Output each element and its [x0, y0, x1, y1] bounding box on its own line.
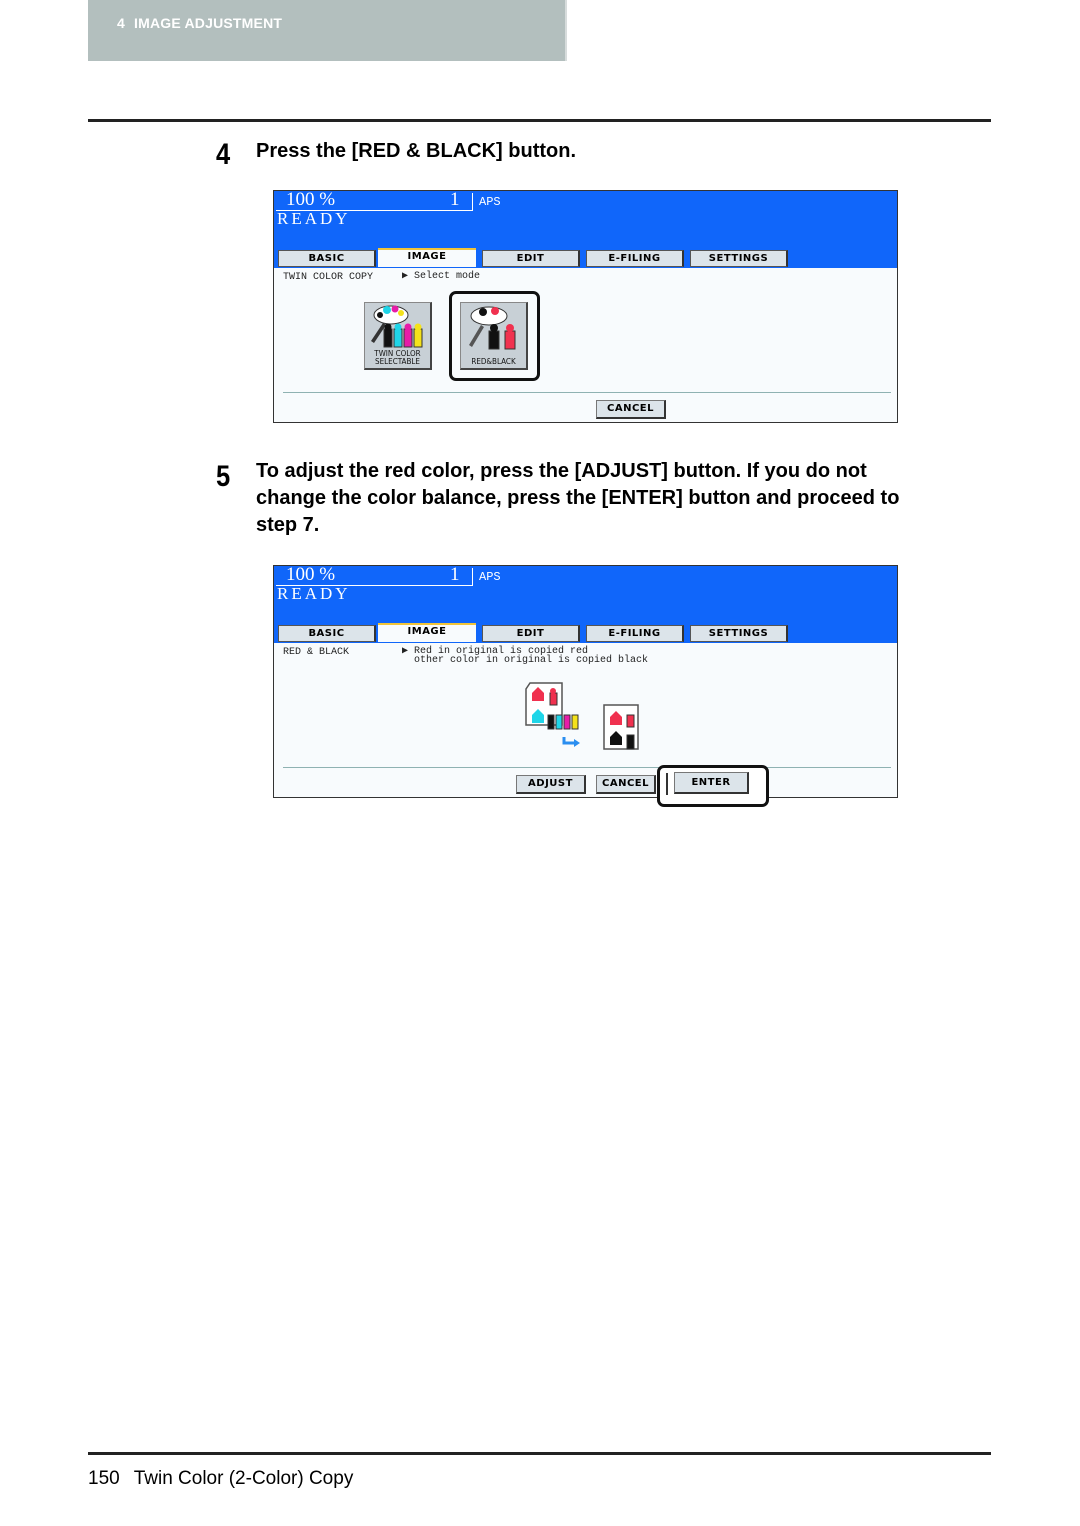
screen-message: ▶ Red in original is copied red other co… — [402, 646, 649, 666]
instruction-line-1: To adjust the red color, press the [ADJU… — [256, 460, 867, 482]
tab-basic[interactable]: BASIC — [278, 250, 376, 267]
tab-e-filing[interactable]: E-FILING — [586, 625, 684, 642]
machine-status: READY — [277, 209, 351, 228]
mode-label: RED & BLACK — [283, 647, 350, 658]
cancel-button[interactable]: CANCEL — [596, 400, 666, 419]
red-black-conversion-icon — [525, 682, 639, 750]
paint-palette-multicolor-icon — [371, 305, 423, 348]
tab-settings[interactable]: SETTINGS — [690, 625, 788, 642]
copy-count: 1 — [450, 564, 460, 585]
step-5-number: 5 — [216, 460, 231, 493]
cancel-button[interactable]: CANCEL — [596, 775, 656, 794]
screen-message: ▶ Select mode — [402, 271, 481, 282]
tab-edit[interactable]: EDIT — [482, 625, 580, 642]
screen-separator — [283, 767, 891, 768]
top-rule — [88, 119, 991, 122]
screen-separator — [283, 392, 891, 393]
tab-edit[interactable]: EDIT — [482, 250, 580, 267]
tab-image[interactable]: IMAGE — [378, 623, 476, 642]
paper-mode: APS — [479, 195, 501, 209]
step-5-instruction: To adjust the red color, press the [ADJU… — [256, 458, 899, 539]
chapter-number: 4 — [117, 15, 125, 31]
tab-image[interactable]: IMAGE — [378, 248, 476, 267]
screen-status-bar: 100 % 1 APS READY BASIC IMAGE EDIT E-FIL… — [274, 564, 897, 643]
tab-e-filing[interactable]: E-FILING — [586, 250, 684, 267]
separator-line — [666, 773, 668, 795]
bottom-rule — [88, 1452, 991, 1455]
paper-mode: APS — [479, 570, 501, 584]
highlight-callout — [449, 291, 540, 381]
chapter-title: IMAGE ADJUSTMENT — [134, 15, 283, 31]
step-4-number: 4 — [216, 138, 231, 171]
page-footer: 150 Twin Color (2-Color) Copy — [88, 1468, 353, 1490]
instruction-line-2: change the color balance, press the [ENT… — [256, 487, 900, 509]
tab-settings[interactable]: SETTINGS — [690, 250, 788, 267]
enter-button[interactable]: ENTER — [674, 772, 749, 794]
copy-count: 1 — [450, 189, 460, 210]
tab-basic[interactable]: BASIC — [278, 625, 376, 642]
copier-screen-step-5: 100 % 1 APS READY BASIC IMAGE EDIT E-FIL… — [273, 564, 898, 807]
section-title: Twin Color (2-Color) Copy — [133, 1468, 354, 1489]
step-4-instruction: Press the [RED & BLACK] button. — [256, 140, 576, 162]
screen-status-bar: 100 % 1 APS READY BASIC IMAGE EDIT E-FIL… — [274, 189, 897, 268]
instruction-line-3: step 7. — [256, 514, 320, 536]
machine-status: READY — [277, 584, 351, 603]
zoom-ratio: 100 % — [286, 564, 336, 585]
chapter-header: 4 IMAGE ADJUSTMENT — [117, 15, 282, 31]
page-number: 150 — [88, 1468, 120, 1489]
zoom-ratio: 100 % — [286, 189, 336, 210]
adjust-button[interactable]: ADJUST — [516, 775, 586, 794]
twin-color-selectable-label: TWIN COLOR SELECTABLE — [365, 350, 430, 366]
twin-color-selectable-button[interactable]: TWIN COLOR SELECTABLE — [364, 302, 432, 370]
mode-label: TWIN COLOR COPY — [283, 272, 374, 283]
label-line-2: SELECTABLE — [375, 357, 420, 366]
copier-screen-step-4: 100 % 1 APS READY BASIC IMAGE EDIT E-FIL… — [273, 190, 898, 423]
